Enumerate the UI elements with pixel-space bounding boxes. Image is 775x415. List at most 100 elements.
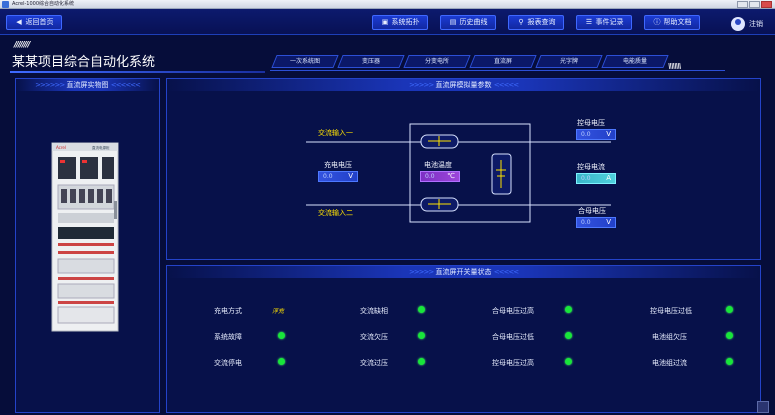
status-label: 交流欠压: [360, 333, 388, 341]
ctrl-bus-voltage-label: 控母电压: [577, 119, 605, 127]
status-label: 合母电压过高: [492, 307, 534, 315]
value-number: 0.0: [581, 131, 591, 138]
tab-annunciator[interactable]: 光字牌: [535, 55, 603, 68]
charge-mode-label: 充电方式: [214, 307, 242, 315]
chart-icon: ▤: [449, 18, 457, 26]
status-indicator: [565, 358, 572, 365]
cabinet-model: 直流电源柜: [92, 145, 110, 150]
value-number: 0.0: [323, 173, 333, 180]
minimize-button[interactable]: [737, 1, 748, 8]
history-label: 历史曲线: [459, 18, 488, 26]
status-indicator: [726, 358, 733, 365]
status-label: 控母电压过低: [650, 307, 692, 315]
help-label: 帮助文档: [663, 18, 692, 26]
window-title-bar: Acrel-1000综合自动化系统: [0, 0, 775, 9]
status-indicator: [726, 306, 733, 313]
charge-mode-value: 浮充: [272, 308, 285, 315]
help-button[interactable]: ⓘ 帮助文档: [644, 15, 700, 30]
page-title: 某某项目综合自动化系统: [12, 55, 156, 70]
status-label: 电池组过流: [652, 359, 687, 367]
battery-temp-value: 0.0 ℃: [420, 171, 460, 182]
tab-label: 电能质量: [622, 58, 647, 65]
document-icon: ☰: [585, 18, 593, 26]
status-indicator: [726, 332, 733, 339]
tab-label: 分变电所: [424, 58, 449, 65]
status-indicator: [278, 332, 285, 339]
value-unit: V: [348, 172, 353, 180]
events-label: 事件记录: [595, 18, 624, 26]
window-title: Acrel-1000综合自动化系统: [12, 1, 75, 7]
combined-bus-voltage-value: 0.0 V: [576, 217, 616, 228]
value-unit: ℃: [447, 172, 455, 180]
expand-icon[interactable]: [757, 401, 769, 413]
dc-wiring-diagram: [306, 123, 611, 223]
ctrl-bus-voltage-value: 0.0 V: [576, 129, 616, 140]
status-indicator: [418, 306, 425, 313]
status-indicator: [418, 358, 425, 365]
title-underline: [10, 71, 265, 73]
status-label: 系统故障: [214, 333, 242, 341]
value-number: 0.0: [425, 173, 435, 180]
home-button[interactable]: ◀ 返回首页: [6, 15, 62, 30]
report-label: 报表查询: [527, 18, 556, 26]
status-label: 交流停电: [214, 359, 242, 367]
battery-temp-label: 电池温度: [424, 161, 452, 169]
charge-voltage-value: 0.0 V: [318, 171, 358, 182]
topology-label: 系统拓扑: [391, 18, 420, 26]
topology-button[interactable]: ▣ 系统拓扑: [372, 15, 428, 30]
status-indicator: [565, 332, 572, 339]
tabs-decoration-icon: \\\\\\\\: [668, 62, 681, 70]
photo-panel: >>>>>> 直流屏实物图 <<<<<< Acrel 直流电源柜: [15, 78, 160, 413]
events-button[interactable]: ☰ 事件记录: [576, 15, 632, 30]
ac-input-1-label: 交流输入一: [318, 129, 353, 137]
tabs-underline: [270, 70, 725, 71]
status-label: 合母电压过低: [492, 333, 534, 341]
help-circle-icon: ⓘ: [653, 18, 661, 26]
panel-header: >>>>>> 直流屏实物图 <<<<<<: [16, 79, 159, 91]
top-navigation: ◀ 返回首页 ▣ 系统拓扑 ▤ 历史曲线 ⚲ 报表查询 ☰ 事件记录 ⓘ 帮助文档 注销: [0, 9, 775, 35]
status-label: 交流过压: [360, 359, 388, 367]
tab-power-quality[interactable]: 电能质量: [601, 55, 669, 68]
logout-link[interactable]: 注销: [749, 18, 763, 30]
header: //////// 某某项目综合自动化系统 一次系统图 变压器 分变电所 直流屏 …: [0, 35, 775, 79]
tab-label: 一次系统图: [289, 58, 320, 65]
tab-substation[interactable]: 分变电所: [403, 55, 471, 68]
status-label: 交流缺相: [360, 307, 388, 315]
back-arrow-icon: ◀: [16, 18, 22, 26]
close-button[interactable]: [761, 1, 772, 8]
ctrl-bus-current-value: 0.0 A: [576, 173, 616, 184]
topology-icon: ▣: [381, 18, 389, 26]
ac-input-2-label: 交流输入二: [318, 209, 353, 217]
tab-primary-diagram[interactable]: 一次系统图: [271, 55, 339, 68]
maximize-button[interactable]: [749, 1, 760, 8]
status-indicator: [278, 358, 285, 365]
title-decoration-icon: ////////: [14, 40, 30, 49]
ctrl-bus-current-label: 控母电流: [577, 163, 605, 171]
user-avatar-icon[interactable]: [731, 17, 745, 31]
value-number: 0.0: [581, 219, 591, 226]
cabinet-brand: Acrel: [56, 145, 66, 150]
tab-label: 变压器: [361, 58, 380, 65]
tab-dc-panel[interactable]: 直流屏: [469, 55, 537, 68]
status-indicator: [418, 332, 425, 339]
history-button[interactable]: ▤ 历史曲线: [440, 15, 496, 30]
combined-bus-voltage-label: 合母电压: [578, 207, 606, 215]
status-label: 控母电压过高: [492, 359, 534, 367]
value-unit: V: [606, 218, 611, 226]
photo-panel-title: 直流屏实物图: [66, 81, 109, 89]
tab-label: 光字牌: [559, 58, 578, 65]
home-button-label: 返回首页: [25, 18, 54, 26]
value-number: 0.0: [581, 175, 591, 182]
tab-label: 直流屏: [493, 58, 512, 65]
tab-transformer[interactable]: 变压器: [337, 55, 405, 68]
dc-cabinet-image: Acrel 直流电源柜: [51, 142, 119, 332]
value-unit: A: [606, 174, 611, 182]
value-unit: V: [606, 130, 611, 138]
charge-voltage-label: 充电电压: [324, 161, 352, 169]
sim-panel-title: 直流屏模拟量参数: [435, 81, 492, 89]
app-icon: [2, 1, 9, 8]
report-button[interactable]: ⚲ 报表查询: [508, 15, 564, 30]
switch-panel-title: 直流屏开关量状态: [435, 268, 492, 276]
status-label: 电池组欠压: [652, 333, 687, 341]
search-icon: ⚲: [518, 18, 524, 26]
